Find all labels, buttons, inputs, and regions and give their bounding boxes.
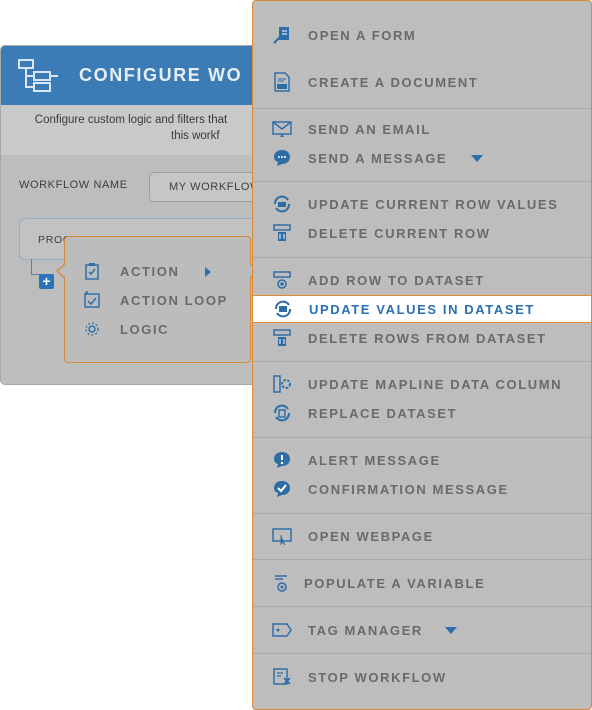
menu-item-replace-dataset[interactable]: REPLACE DATASET bbox=[253, 400, 591, 426]
menu-item-create-document[interactable]: CREATE A DOCUMENT bbox=[253, 69, 591, 95]
description-line-1: Configure custom logic and filters that bbox=[34, 114, 228, 126]
variable-icon bbox=[271, 572, 293, 594]
confirm-bubble-icon bbox=[271, 478, 293, 500]
submenu-item-action-loop[interactable]: ACTION LOOP bbox=[83, 289, 228, 311]
menu-divider bbox=[253, 653, 591, 654]
menu-item-label: CONFIRMATION MESSAGE bbox=[308, 481, 509, 497]
add-step-button[interactable]: + bbox=[39, 274, 54, 289]
form-edit-icon bbox=[271, 24, 293, 46]
submenu-item-logic[interactable]: LOGIC bbox=[83, 318, 169, 340]
menu-divider bbox=[253, 606, 591, 607]
loop-check-icon bbox=[83, 291, 101, 309]
submenu-item-label: ACTION bbox=[120, 263, 180, 279]
menu-item-label: POPULATE A VARIABLE bbox=[304, 575, 486, 591]
description-line-2: this workf bbox=[171, 130, 220, 142]
menu-item-add-row-to-dataset[interactable]: ADD ROW TO DATASET bbox=[253, 267, 591, 293]
menu-divider bbox=[253, 257, 591, 258]
menu-item-label: OPEN A FORM bbox=[308, 27, 417, 43]
menu-item-alert-message[interactable]: ALERT MESSAGE bbox=[253, 447, 591, 473]
menu-item-delete-rows-from-dataset[interactable]: DELETE ROWS FROM DATASET bbox=[253, 325, 591, 351]
menu-item-update-values-in-dataset[interactable]: UPDATE VALUES IN DATASET bbox=[253, 295, 591, 323]
menu-item-stop-workflow[interactable]: STOP WORKFLOW bbox=[253, 664, 591, 690]
menu-divider bbox=[253, 181, 591, 182]
stop-workflow-icon bbox=[271, 666, 293, 688]
menu-item-update-current-row[interactable]: UPDATE CURRENT ROW VALUES bbox=[253, 191, 591, 217]
chat-bubble-icon bbox=[271, 147, 293, 169]
menu-divider bbox=[253, 437, 591, 438]
menu-item-confirmation-message[interactable]: CONFIRMATION MESSAGE bbox=[253, 476, 591, 502]
submenu-pointer-left-fill bbox=[58, 264, 66, 278]
workflow-name-input[interactable]: MY WORKFLOW bbox=[149, 172, 261, 202]
menu-item-populate-variable[interactable]: POPULATE A VARIABLE bbox=[253, 570, 591, 596]
alert-bubble-icon bbox=[271, 449, 293, 471]
menu-divider bbox=[253, 513, 591, 514]
chevron-down-icon[interactable] bbox=[471, 155, 483, 162]
menu-item-label: DELETE ROWS FROM DATASET bbox=[308, 330, 547, 346]
add-step-submenu: ACTION ACTION LOOP LOGIC bbox=[56, 236, 259, 363]
menu-item-label: TAG MANAGER bbox=[308, 622, 423, 638]
delete-rows-icon bbox=[271, 327, 293, 349]
refresh-dataset-icon bbox=[272, 298, 294, 320]
menu-item-open-form[interactable]: OPEN A FORM bbox=[253, 22, 591, 48]
menu-item-label: DELETE CURRENT ROW bbox=[308, 225, 491, 241]
menu-item-delete-current-row[interactable]: DELETE CURRENT ROW bbox=[253, 220, 591, 246]
menu-divider bbox=[253, 559, 591, 560]
submenu-item-action[interactable]: ACTION bbox=[83, 260, 179, 282]
refresh-row-icon bbox=[271, 193, 293, 215]
menu-divider bbox=[253, 361, 591, 362]
tag-icon bbox=[271, 619, 293, 641]
delete-row-icon bbox=[271, 222, 293, 244]
submenu-expand-arrow-icon bbox=[205, 267, 211, 277]
dialog-description: Configure custom logic and filters that … bbox=[1, 105, 261, 155]
chevron-down-icon[interactable] bbox=[445, 627, 457, 634]
step-connector bbox=[31, 259, 32, 274]
submenu-item-label: ACTION LOOP bbox=[120, 292, 228, 308]
menu-item-label: UPDATE CURRENT ROW VALUES bbox=[308, 196, 559, 212]
replace-dataset-icon bbox=[271, 402, 293, 424]
menu-divider bbox=[253, 108, 591, 109]
webpage-icon bbox=[271, 525, 293, 547]
menu-item-label: UPDATE VALUES IN DATASET bbox=[309, 301, 535, 317]
workflow-icon bbox=[18, 59, 58, 92]
menu-item-label: ADD ROW TO DATASET bbox=[308, 272, 485, 288]
menu-item-label: OPEN WEBPAGE bbox=[308, 528, 434, 544]
menu-item-label: SEND AN EMAIL bbox=[308, 121, 431, 137]
pdf-document-icon bbox=[271, 71, 293, 93]
data-column-gear-icon bbox=[271, 373, 293, 395]
menu-item-label: UPDATE MAPLINE DATA COLUMN bbox=[308, 376, 563, 392]
menu-item-label: SEND A MESSAGE bbox=[308, 150, 448, 166]
menu-item-send-email[interactable]: SEND AN EMAIL bbox=[253, 116, 591, 142]
menu-item-tag-manager[interactable]: TAG MANAGER bbox=[253, 617, 591, 643]
menu-item-open-webpage[interactable]: OPEN WEBPAGE bbox=[253, 523, 591, 549]
menu-item-send-message[interactable]: SEND A MESSAGE bbox=[253, 145, 591, 171]
clipboard-check-icon bbox=[83, 262, 101, 280]
dialog-title: CONFIGURE WO bbox=[79, 65, 243, 85]
workflow-name-label: WORKFLOW NAME bbox=[19, 179, 128, 191]
email-icon bbox=[271, 118, 293, 140]
menu-item-label: CREATE A DOCUMENT bbox=[308, 74, 479, 90]
add-row-icon bbox=[271, 269, 293, 291]
action-type-menu: OPEN A FORM CREATE A DOCUMENT SEND AN EM… bbox=[252, 0, 592, 710]
menu-item-update-mapline-data-column[interactable]: UPDATE MAPLINE DATA COLUMN bbox=[253, 371, 591, 397]
menu-item-label: STOP WORKFLOW bbox=[308, 669, 447, 685]
menu-item-label: REPLACE DATASET bbox=[308, 405, 458, 421]
logic-gear-icon bbox=[83, 320, 101, 338]
dialog-header: CONFIGURE WO bbox=[1, 46, 261, 105]
menu-item-label: ALERT MESSAGE bbox=[308, 452, 441, 468]
submenu-item-label: LOGIC bbox=[120, 321, 170, 337]
